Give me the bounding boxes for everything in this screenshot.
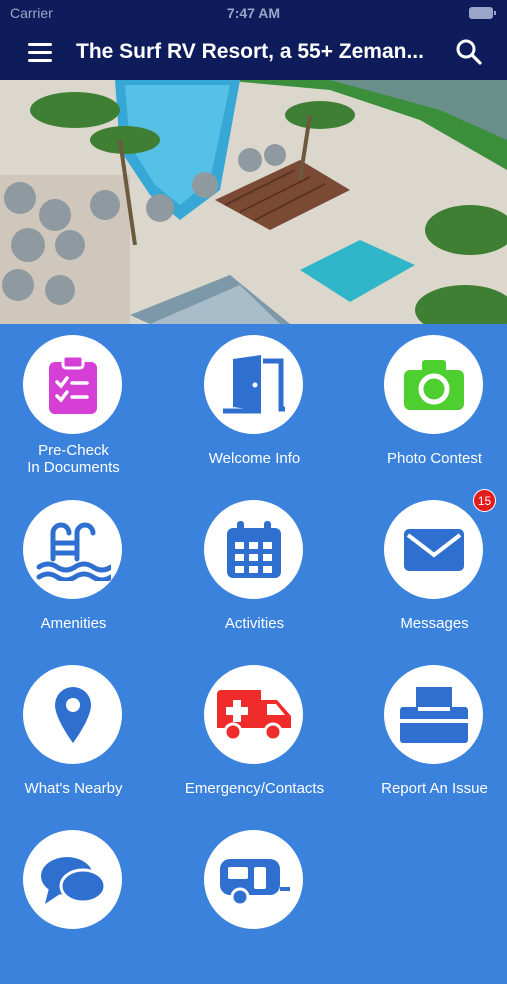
camera-icon (384, 335, 483, 434)
calendar-icon (204, 500, 303, 599)
clock: 7:47 AM (226, 5, 281, 21)
tile-messages[interactable]: Messages (344, 489, 507, 654)
tile-label: Pre-Check In Documents (27, 442, 120, 476)
tile-pre-check-documents[interactable]: Pre-Check In Documents (0, 324, 164, 489)
navigation-bar: The Surf RV Resort, a 55+ Zeman... (0, 26, 507, 80)
search-icon[interactable] (455, 38, 483, 66)
chat-bubbles-icon (23, 830, 122, 929)
tile-label: Report An Issue (381, 780, 488, 797)
envelope-icon (384, 500, 483, 599)
tile-welcome-info[interactable]: Welcome Info (164, 324, 345, 489)
tile-label: Messages (400, 615, 469, 632)
pool-ladder-icon (23, 500, 122, 599)
tile-label: Photo Contest (386, 450, 483, 467)
tile-label: Emergency/Contacts (184, 780, 325, 797)
tile-label: What's Nearby (24, 780, 123, 797)
unread-messages-badge: 15 (473, 489, 496, 512)
tile-whats-nearby[interactable]: What's Nearby (0, 654, 164, 819)
map-pin-icon (23, 665, 122, 764)
tile-rv[interactable] (164, 819, 345, 984)
tile-label: Amenities (40, 615, 107, 632)
tile-emergency-contacts[interactable]: Emergency/Contacts (164, 654, 345, 819)
rv-trailer-icon (204, 830, 303, 929)
tile-activities[interactable]: Activities (164, 489, 345, 654)
hamburger-menu-icon[interactable] (28, 43, 52, 63)
resort-hero-photo (0, 80, 507, 324)
ambulance-icon (204, 665, 303, 764)
status-bar: Carrier 7:47 AM (0, 0, 507, 26)
page-title: The Surf RV Resort, a 55+ Zeman... (76, 40, 424, 63)
printer-icon (384, 665, 483, 764)
tile-label: Welcome Info (208, 450, 301, 467)
tile-report-issue[interactable]: Report An Issue (344, 654, 507, 819)
tile-photo-contest[interactable]: Photo Contest (344, 324, 507, 489)
tile-label: Activities (224, 615, 285, 632)
tile-amenities[interactable]: Amenities (0, 489, 164, 654)
tile-chat[interactable] (0, 819, 164, 984)
clipboard-checklist-icon (23, 335, 122, 434)
open-door-icon (204, 335, 303, 434)
battery-icon (469, 7, 496, 19)
